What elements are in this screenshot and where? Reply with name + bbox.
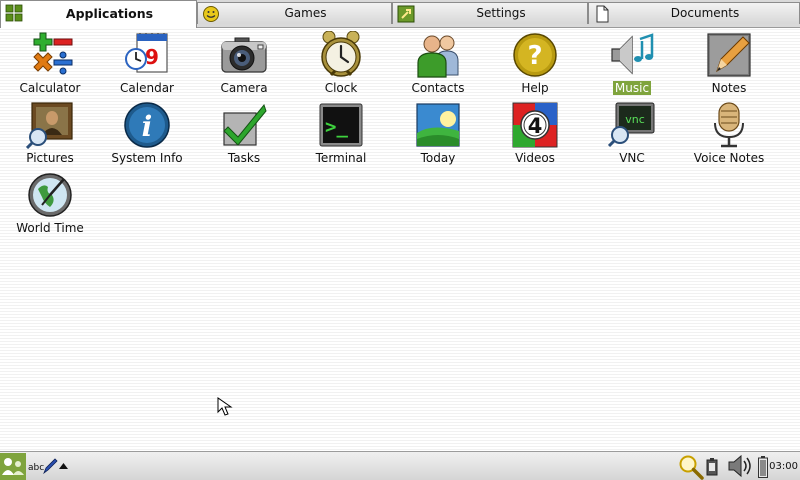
app-music[interactable]: Music: [584, 31, 680, 101]
battery-icon[interactable]: [758, 456, 768, 478]
clock-label[interactable]: 03:00: [769, 461, 798, 472]
today-icon: [416, 103, 460, 147]
app-calendar[interactable]: 9 Calendar: [99, 31, 195, 101]
app-today[interactable]: Today: [390, 101, 486, 171]
help-icon: ?: [513, 33, 557, 77]
start-menu-icon[interactable]: [0, 453, 26, 480]
app-label: Terminal: [315, 151, 367, 165]
mouse-pointer-icon: [217, 397, 233, 416]
app-label: Today: [420, 151, 456, 165]
applications-grid-icon: [5, 4, 23, 22]
clock-icon: [321, 31, 361, 77]
app-calculator[interactable]: Calculator: [2, 31, 98, 101]
app-label: Notes: [711, 81, 747, 95]
tab-bar: Applications Games Settings Documents: [0, 0, 800, 28]
settings-icon: [397, 5, 415, 23]
voice-notes-icon: [714, 102, 744, 148]
tab-label: Settings: [476, 6, 526, 20]
app-label: VNC: [619, 151, 645, 165]
tasks-icon: [223, 103, 267, 146]
system-info-icon: i: [124, 102, 170, 148]
app-contacts[interactable]: Contacts: [390, 31, 486, 101]
svg-text:>_: >_: [325, 116, 348, 138]
tab-label: Documents: [670, 6, 740, 20]
tab-applications[interactable]: Applications: [0, 0, 197, 28]
app-label: Camera: [220, 81, 268, 95]
tab-documents[interactable]: Documents: [588, 2, 800, 24]
app-clock[interactable]: Clock: [293, 31, 389, 101]
smiley-icon: [203, 6, 219, 22]
app-system-info[interactable]: i System Info: [99, 101, 195, 171]
app-voice-notes[interactable]: Voice Notes: [681, 101, 777, 171]
app-world-time[interactable]: World Time: [2, 171, 98, 241]
document-icon: [596, 5, 609, 23]
app-camera[interactable]: Camera: [196, 31, 292, 101]
svg-text:4: 4: [528, 114, 543, 138]
app-label: Help: [521, 81, 549, 95]
svg-text:i: i: [142, 110, 153, 143]
tab-label: Games: [284, 6, 327, 20]
app-label: Pictures: [26, 151, 74, 165]
app-label: Videos: [515, 151, 555, 165]
tab-settings[interactable]: Settings: [392, 2, 588, 24]
app-label: Contacts: [411, 81, 465, 95]
vnc-icon: vnc: [608, 102, 655, 148]
music-icon: [611, 33, 654, 75]
camera-icon: [221, 37, 267, 73]
terminal-icon: >_: [319, 103, 363, 147]
app-label: Calculator: [19, 81, 81, 95]
calculator-icon: [33, 32, 73, 75]
app-vnc[interactable]: vnc VNC: [584, 101, 680, 171]
pen-icon[interactable]: [42, 457, 58, 475]
contacts-icon: [417, 35, 459, 78]
app-notes[interactable]: Notes: [681, 31, 777, 101]
svg-text:?: ?: [527, 41, 542, 71]
app-label: Music: [612, 81, 652, 95]
notes-icon: [707, 33, 751, 77]
app-label: System Info: [111, 151, 183, 165]
tab-label: Applications: [65, 6, 154, 21]
app-label: Calendar: [120, 81, 174, 95]
volume-icon[interactable]: [727, 454, 753, 478]
app-help[interactable]: ? Help: [487, 31, 583, 101]
world-time-icon: [28, 173, 72, 217]
app-label: World Time: [16, 221, 84, 235]
app-label: Tasks: [227, 151, 261, 165]
svg-text:vnc: vnc: [625, 113, 645, 126]
app-tasks[interactable]: Tasks: [196, 101, 292, 171]
tab-games[interactable]: Games: [197, 2, 392, 24]
app-pictures[interactable]: Pictures: [2, 101, 98, 171]
calendar-icon: 9: [125, 33, 168, 73]
videos-icon: 4: [512, 102, 558, 148]
app-videos[interactable]: 4 Videos: [487, 101, 583, 171]
app-label: Clock: [324, 81, 358, 95]
search-icon[interactable]: [678, 454, 704, 480]
app-terminal[interactable]: >_ Terminal: [293, 101, 389, 171]
app-label: Voice Notes: [693, 151, 765, 165]
pictures-icon: [26, 102, 73, 149]
memory-card-icon[interactable]: [706, 458, 718, 476]
chevron-up-icon[interactable]: [59, 463, 68, 469]
calendar-day: 9: [145, 45, 159, 69]
taskbar: abc 03:00: [0, 451, 800, 480]
